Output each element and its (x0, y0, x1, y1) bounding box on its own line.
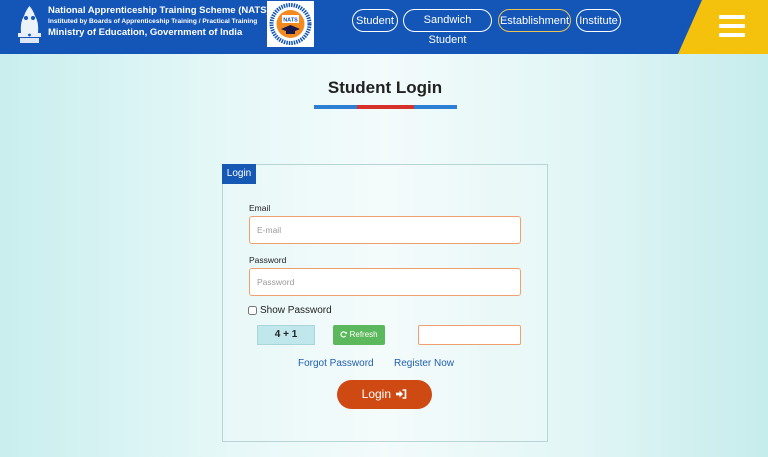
menu-icon[interactable] (719, 15, 745, 37)
sign-in-icon (396, 389, 407, 399)
show-password-toggle[interactable]: Show Password (248, 305, 332, 316)
refresh-icon (340, 331, 348, 338)
email-label: Email (249, 203, 271, 213)
org-title: National Apprenticeship Training Scheme … (48, 5, 270, 16)
show-password-label: Show Password (260, 305, 332, 316)
login-button-label: Login (361, 387, 392, 401)
org-subtitle: Instituted by Boards of Apprenticeship T… (48, 18, 258, 25)
register-now-link[interactable]: Register Now (394, 358, 454, 369)
nav-institute[interactable]: Institute (576, 9, 621, 32)
nav-establishment[interactable]: Establishment (498, 9, 571, 32)
forgot-password-link[interactable]: Forgot Password (298, 358, 374, 369)
captcha-display: 4 + 1 (257, 325, 315, 345)
page-title: Student Login (327, 78, 443, 97)
email-field[interactable] (249, 216, 521, 244)
title-underline-left (314, 105, 357, 109)
password-label: Password (249, 255, 287, 265)
show-password-checkbox[interactable] (248, 306, 257, 315)
password-field[interactable] (249, 268, 521, 296)
captcha-answer-field[interactable] (418, 325, 521, 345)
title-underline-right (414, 105, 457, 109)
title-underline-middle (357, 105, 414, 109)
top-header: National Apprenticeship Training Scheme … (0, 0, 768, 54)
nav-sandwich-student[interactable]: Sandwich Student (403, 9, 492, 46)
national-emblem-icon (18, 6, 41, 43)
org-ministry: Ministry of Education, Government of Ind… (48, 27, 243, 38)
refresh-captcha-button[interactable]: Refresh (333, 325, 385, 345)
organization-name: National Apprenticeship Training Scheme … (48, 5, 270, 39)
svg-text:NATS: NATS (283, 18, 298, 24)
login-button[interactable]: Login (337, 380, 432, 409)
nats-logo: NATS (267, 1, 314, 47)
refresh-label: Refresh (349, 330, 378, 339)
login-tab-label: Login (222, 164, 256, 184)
nav-student[interactable]: Student (352, 9, 398, 32)
